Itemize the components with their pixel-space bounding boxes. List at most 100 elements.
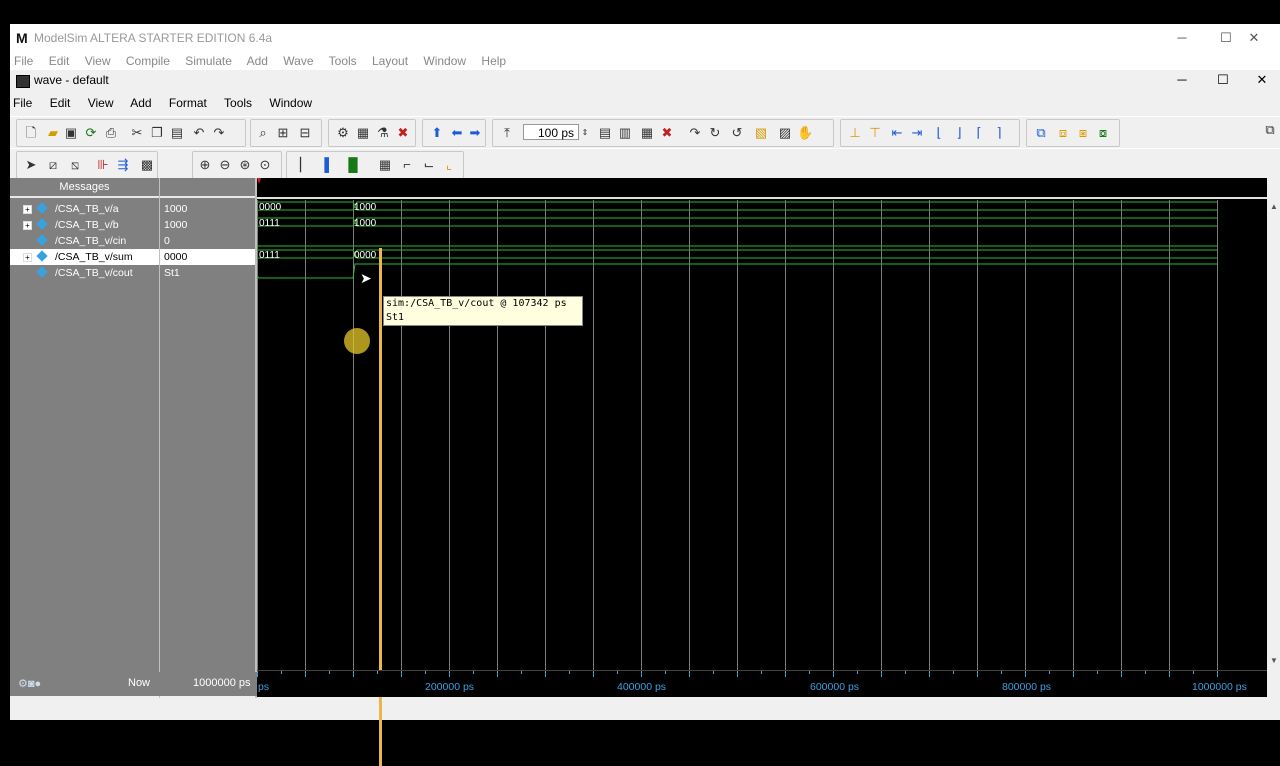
compile-all-icon[interactable]: ▦ [355, 125, 371, 141]
arrow-left-icon[interactable]: ⬅ [449, 125, 465, 141]
wave-compare-icon[interactable]: ▦ [377, 157, 393, 173]
waveform-area[interactable]: 0000 1000 0111 1000 0111 0000 [257, 178, 1267, 670]
redo-icon[interactable]: ↷ [211, 125, 227, 141]
time-axis[interactable]: ps 200000 ps 400000 ps 600000 ps 800000 … [257, 670, 1267, 697]
paste-icon[interactable]: ▤ [169, 125, 185, 141]
save-icon[interactable]: ▣ [63, 125, 79, 141]
step-out-icon[interactable]: ↺ [729, 125, 745, 141]
find-next-falling-icon[interactable]: ⌉ [991, 125, 1007, 141]
scroll-down-icon[interactable]: ▼ [1270, 656, 1278, 665]
select-mode-icon[interactable]: ➤ [23, 157, 39, 173]
find-prev-edge-icon[interactable]: ⇤ [889, 125, 905, 141]
zoom-in-icon[interactable]: ⊕ [197, 157, 213, 173]
main-menu-add[interactable]: Add [247, 54, 268, 68]
zoom-mode-icon[interactable]: ⧄ [45, 157, 61, 173]
main-menu-window[interactable]: Window [423, 54, 466, 68]
scroll-up-icon[interactable]: ▲ [1270, 202, 1278, 211]
main-menu-file[interactable]: File [14, 54, 33, 68]
reload-icon[interactable]: ⟳ [83, 125, 99, 141]
merge-icon[interactable]: ⇶ [115, 157, 131, 173]
signal-row-cin[interactable]: /CSA_TB_v/cin [10, 233, 159, 249]
zoom-out-icon[interactable]: ⊖ [217, 157, 233, 173]
delete-cursor-icon[interactable]: ⊤ [867, 125, 883, 141]
find-prev-falling-icon[interactable]: ⌈ [971, 125, 987, 141]
split-icon[interactable]: ⊪ [95, 157, 111, 173]
wave-menu-file[interactable]: File [13, 96, 32, 110]
main-menu-tools[interactable]: Tools [329, 54, 357, 68]
open-folder-icon[interactable]: ▰ [45, 125, 61, 141]
wave-close-button[interactable]: ✕ [1244, 66, 1280, 94]
dataflow-expand-icon[interactable]: ⧆ [1075, 125, 1091, 141]
break-icon[interactable]: ✖ [395, 125, 411, 141]
continue-run-icon[interactable]: ▥ [617, 125, 633, 141]
wave-minimize-button[interactable]: ─ [1160, 66, 1204, 94]
wave-menu-view[interactable]: View [88, 96, 114, 110]
run-all-icon[interactable]: ▦ [639, 125, 655, 141]
collapse-icon[interactable]: ⊞ [275, 125, 291, 141]
performance-icon[interactable]: ▨ [777, 125, 793, 141]
break-point-icon[interactable]: ▧ [753, 125, 769, 141]
wave-edge-icon[interactable]: ⌞ [441, 157, 457, 173]
find-next-rising-icon[interactable]: ⌋ [951, 125, 967, 141]
pan-hand-icon[interactable]: ✋ [797, 125, 813, 141]
wave-menu-add[interactable]: Add [130, 96, 151, 110]
wave-hier-icon[interactable]: ⌙ [421, 157, 437, 173]
run-length-spinner[interactable]: ⇕ [581, 125, 589, 141]
expand-icon[interactable]: + [23, 253, 32, 262]
arrow-right-icon[interactable]: ➡ [467, 125, 483, 141]
undo-icon[interactable]: ↶ [191, 125, 207, 141]
signal-row-a[interactable]: + /CSA_TB_v/a [10, 201, 159, 217]
stop-icon[interactable]: ✖ [659, 125, 675, 141]
wave-format-fill-icon[interactable]: █ [345, 157, 361, 173]
wave-menu-edit[interactable]: Edit [50, 96, 71, 110]
dataflow-trace-icon[interactable]: ⧈ [1055, 125, 1071, 141]
main-menu-compile[interactable]: Compile [126, 54, 170, 68]
find-icon[interactable]: ⌕ [255, 125, 271, 141]
zoom-full-icon[interactable]: ⊛ [237, 157, 253, 173]
insert-cursor-icon[interactable]: ⊥ [847, 125, 863, 141]
copy-icon[interactable]: ❐ [149, 125, 165, 141]
wave-menu-tools[interactable]: Tools [224, 96, 252, 110]
expand-icon[interactable]: + [23, 205, 32, 214]
wave-format-bold-icon[interactable]: ▌ [321, 157, 337, 173]
main-minimize-button[interactable]: ─ [1160, 24, 1204, 52]
step-icon[interactable]: ↷ [687, 125, 703, 141]
dataflow-icon[interactable]: ⧉ [1033, 125, 1049, 141]
wave-menu-format[interactable]: Format [169, 96, 207, 110]
run-length-input[interactable]: 100 ps [523, 124, 579, 140]
find-prev-rising-icon[interactable]: ⌊ [931, 125, 947, 141]
compile-icon[interactable]: ⚙ [335, 125, 351, 141]
wave-maximize-button[interactable]: ☐ [1201, 66, 1245, 94]
main-menu-wave[interactable]: Wave [283, 54, 313, 68]
wave-menu-window[interactable]: Window [269, 96, 312, 110]
simulate-icon[interactable]: ⚗ [375, 125, 391, 141]
main-menu-simulate[interactable]: Simulate [185, 54, 232, 68]
status-icons[interactable]: ⚙◙● [18, 677, 41, 690]
signal-row-sum[interactable]: + /CSA_TB_v/sum [10, 249, 159, 265]
main-menu-layout[interactable]: Layout [372, 54, 408, 68]
step-over-icon[interactable]: ↻ [707, 125, 723, 141]
main-close-button[interactable]: ✕ [1232, 24, 1276, 52]
grid-icon[interactable]: ▩ [139, 157, 155, 173]
overflow-toolbar-icon[interactable]: ⧉ [1262, 122, 1278, 138]
cut-icon[interactable]: ✂ [129, 125, 145, 141]
vertical-scrollbar[interactable]: ▲ ▼ [1268, 178, 1280, 670]
signal-row-b[interactable]: + /CSA_TB_v/b [10, 217, 159, 233]
tree-icon[interactable]: ⊟ [297, 125, 313, 141]
main-menu-view[interactable]: View [85, 54, 111, 68]
main-menu-help[interactable]: Help [481, 54, 506, 68]
print-icon[interactable]: ⎙ [103, 125, 119, 141]
new-file-icon[interactable]: 🗋 [23, 125, 39, 141]
edit-mode-icon[interactable]: ⧅ [67, 157, 83, 173]
arrow-up-icon[interactable]: ⬆ [429, 125, 445, 141]
signal-row-cout[interactable]: /CSA_TB_v/cout [10, 265, 159, 281]
restart-icon[interactable]: ⤒ [499, 125, 515, 141]
wave-trace-icon[interactable]: ⌐ [399, 157, 415, 173]
zoom-cursor-icon[interactable]: ⊙ [257, 157, 273, 173]
run-icon[interactable]: ▤ [597, 125, 613, 141]
main-menu-edit[interactable]: Edit [49, 54, 70, 68]
expand-icon[interactable]: + [23, 221, 32, 230]
dataflow-collapse-icon[interactable]: ⧇ [1095, 125, 1111, 141]
wave-format-icon[interactable]: ▏ [297, 157, 313, 173]
find-next-edge-icon[interactable]: ⇥ [909, 125, 925, 141]
